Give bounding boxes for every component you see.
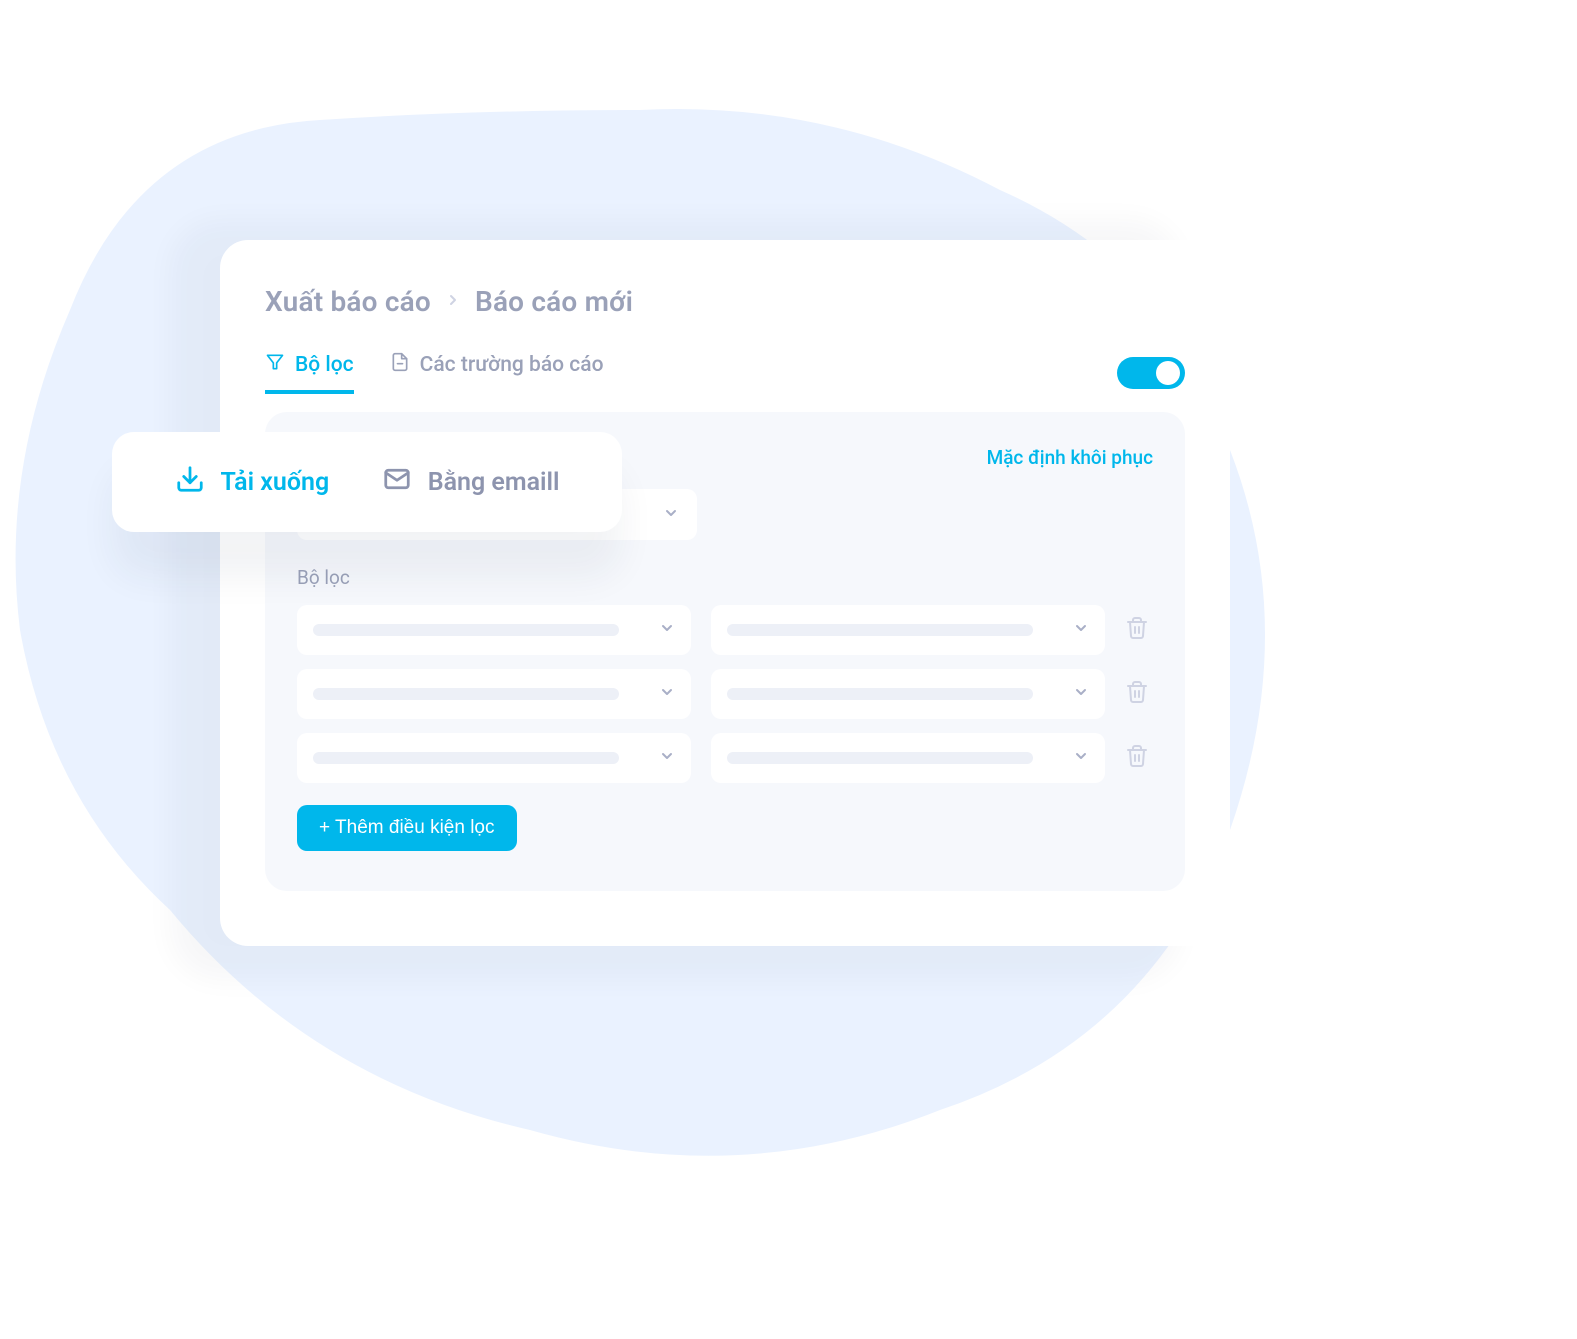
breadcrumb-root[interactable]: Xuất báo cáo bbox=[265, 285, 431, 318]
filter-value-select[interactable] bbox=[711, 605, 1105, 655]
report-builder-card: Xuất báo cáo Báo cáo mới Bộ lọc Các bbox=[220, 240, 1230, 946]
placeholder-skeleton bbox=[727, 688, 1033, 700]
placeholder-skeleton bbox=[313, 688, 619, 700]
chevron-down-icon bbox=[1073, 748, 1089, 768]
chevron-down-icon bbox=[659, 684, 675, 704]
send-email-option[interactable]: Bằng emaill bbox=[382, 464, 560, 501]
chevron-down-icon bbox=[1073, 684, 1089, 704]
delete-filter-button[interactable] bbox=[1125, 744, 1153, 772]
toggle-knob bbox=[1156, 361, 1180, 385]
placeholder-skeleton bbox=[313, 752, 619, 764]
chevron-down-icon bbox=[663, 503, 679, 526]
filter-icon bbox=[265, 352, 285, 378]
placeholder-skeleton bbox=[727, 624, 1033, 636]
delete-filter-button[interactable] bbox=[1125, 680, 1153, 708]
add-filter-button[interactable]: + Thêm điều kiện lọc bbox=[297, 805, 517, 851]
chevron-down-icon bbox=[659, 748, 675, 768]
filter-field-select[interactable] bbox=[297, 669, 691, 719]
filter-row bbox=[297, 733, 1153, 783]
toggle-switch[interactable] bbox=[1117, 357, 1185, 389]
tab-filter-label: Bộ lọc bbox=[295, 353, 354, 377]
tabs: Bộ lọc Các trường báo cáo bbox=[265, 352, 604, 394]
chevron-down-icon bbox=[659, 620, 675, 640]
tab-filter[interactable]: Bộ lọc bbox=[265, 352, 354, 394]
export-popover: Tải xuống Bằng emaill bbox=[112, 432, 622, 532]
download-option[interactable]: Tải xuống bbox=[175, 464, 330, 501]
breadcrumb-current: Báo cáo mới bbox=[475, 285, 633, 318]
placeholder-skeleton bbox=[313, 624, 619, 636]
tab-report-fields[interactable]: Các trường báo cáo bbox=[390, 352, 604, 394]
filter-row bbox=[297, 605, 1153, 655]
reset-defaults-link[interactable]: Mặc định khôi phục bbox=[987, 446, 1153, 469]
delete-filter-button[interactable] bbox=[1125, 616, 1153, 644]
filter-field-select[interactable] bbox=[297, 733, 691, 783]
filter-field-select[interactable] bbox=[297, 605, 691, 655]
document-icon bbox=[390, 352, 410, 378]
breadcrumb: Xuất báo cáo Báo cáo mới bbox=[265, 285, 1185, 318]
download-label: Tải xuống bbox=[221, 468, 330, 497]
filter-value-select[interactable] bbox=[711, 733, 1105, 783]
mail-icon bbox=[382, 464, 412, 501]
chevron-right-icon bbox=[445, 289, 461, 314]
filter-row bbox=[297, 669, 1153, 719]
email-label: Bằng emaill bbox=[428, 468, 560, 497]
chevron-down-icon bbox=[1073, 620, 1089, 640]
download-icon bbox=[175, 464, 205, 501]
placeholder-skeleton bbox=[727, 752, 1033, 764]
filter-value-select[interactable] bbox=[711, 669, 1105, 719]
tab-fields-label: Các trường báo cáo bbox=[420, 353, 604, 377]
